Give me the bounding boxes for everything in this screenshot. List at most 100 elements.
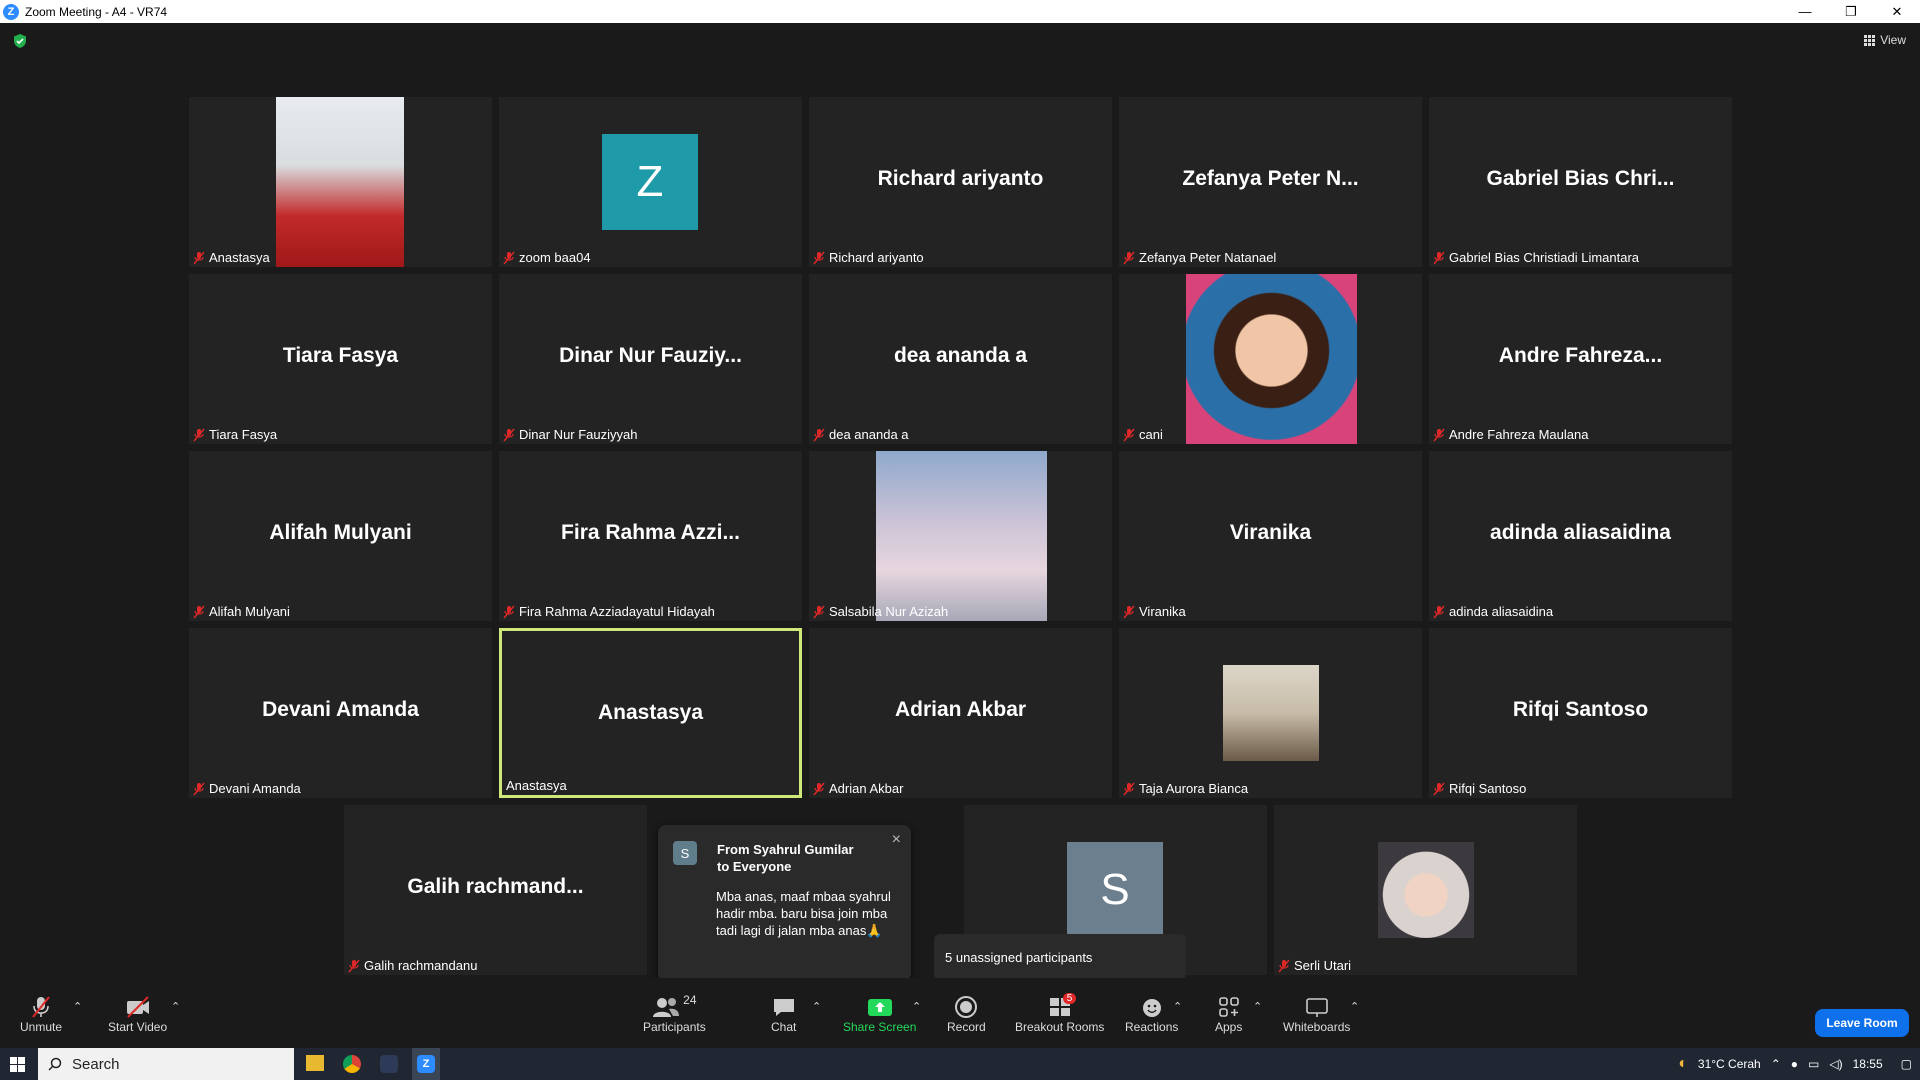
participant-tile[interactable]: Adrian Akbar Adrian Akbar (809, 628, 1112, 798)
tray-chevron-icon[interactable]: ⌃ (1771, 1057, 1781, 1071)
unmute-button[interactable]: Unmute (20, 994, 62, 1034)
windows-start-icon[interactable] (10, 1057, 25, 1072)
participant-display-name: Anastasya (597, 701, 704, 724)
mic-tray-icon[interactable]: ● (1791, 1057, 1798, 1071)
participant-name-label: Alifah Mulyani (193, 604, 290, 619)
taskbar-search[interactable]: Search (38, 1048, 294, 1080)
record-button[interactable]: Record (947, 994, 986, 1034)
video-off-icon (126, 996, 149, 1018)
mic-muted-icon (1123, 251, 1135, 264)
participant-display-name: Tiara Fasya (282, 344, 399, 367)
participant-tile[interactable]: Salsabila Nur Azizah (809, 451, 1112, 621)
participant-tile[interactable]: Devani Amanda Devani Amanda (189, 628, 492, 798)
participant-name-label: Dinar Nur Fauziyyah (503, 427, 638, 442)
participant-tile[interactable]: cani (1119, 274, 1422, 444)
share-screen-icon (867, 999, 892, 1016)
participant-tile[interactable]: Zzoom baa04 (499, 97, 802, 267)
participant-tile[interactable]: Dinar Nur Fauziy... Dinar Nur Fauziyyah (499, 274, 802, 444)
participant-video (1223, 665, 1319, 761)
zoom-taskbar-icon[interactable]: Z (412, 1048, 440, 1080)
participant-name-label: Devani Amanda (193, 781, 301, 796)
share-screen-label: Share Screen (843, 1020, 917, 1034)
chat-label: Chat (771, 1020, 797, 1034)
restore-button[interactable]: ❐ (1828, 0, 1874, 23)
participant-tile[interactable]: Rifqi Santoso Rifqi Santoso (1429, 628, 1732, 798)
participant-display-name: Gabriel Bias Chri... (1486, 167, 1675, 190)
breakout-rooms-button[interactable]: 5 Breakout Rooms (1015, 993, 1104, 1034)
participant-tile[interactable]: Anastasya (189, 97, 492, 267)
participant-name-label: Andre Fahreza Maulana (1433, 427, 1588, 442)
participant-tile[interactable]: Richard ariyanto Richard ariyanto (809, 97, 1112, 267)
participant-tile[interactable]: dea ananda a dea ananda a (809, 274, 1112, 444)
apps-button[interactable]: Apps (1215, 994, 1242, 1034)
participant-display-name: Alifah Mulyani (269, 521, 412, 544)
meeting-toolbar: Unmute ⌃ Start Video ⌃ 24 Participants C… (0, 978, 1920, 1048)
participant-name: Dinar Nur Fauziyyah (519, 427, 638, 442)
participant-tile[interactable]: adinda aliasaidina adinda aliasaidina (1429, 451, 1732, 621)
mic-muted-icon (1433, 782, 1445, 795)
participant-tile[interactable]: Serli Utari (1274, 805, 1577, 975)
smiley-icon (1142, 999, 1161, 1017)
view-button[interactable]: View (1864, 33, 1906, 47)
participant-name-label: cani (1123, 427, 1163, 442)
chat-caret-icon[interactable]: ⌃ (812, 1000, 821, 1013)
participant-tile[interactable]: Anastasya Anastasya (499, 628, 802, 798)
reactions-button[interactable]: Reactions (1125, 994, 1178, 1034)
whiteboards-label: Whiteboards (1283, 1020, 1351, 1034)
shield-icon[interactable] (12, 33, 28, 49)
participant-tile[interactable]: Andre Fahreza... Andre Fahreza Maulana (1429, 274, 1732, 444)
chrome-icon[interactable] (343, 1055, 361, 1073)
share-screen-button[interactable]: Share Screen (843, 994, 916, 1034)
breakout-badge: 5 (1062, 993, 1077, 1004)
minimize-button[interactable]: — (1782, 0, 1828, 23)
mic-muted-icon (193, 782, 205, 795)
video-options-caret-icon[interactable]: ⌃ (171, 1000, 180, 1013)
mic-muted-icon (1123, 605, 1135, 618)
participant-tile[interactable]: Tiara Fasya Tiara Fasya (189, 274, 492, 444)
participant-display-name: Viranika (1229, 521, 1312, 544)
start-video-button[interactable]: Start Video (108, 994, 167, 1034)
share-caret-icon[interactable]: ⌃ (912, 1000, 921, 1013)
participants-button[interactable]: 24 Participants (643, 993, 706, 1034)
mic-muted-icon (503, 605, 515, 618)
close-window-button[interactable]: ✕ (1874, 0, 1920, 23)
participant-name: Fira Rahma Azziadayatul Hidayah (519, 604, 715, 619)
participant-display-name: Rifqi Santoso (1512, 698, 1649, 721)
reactions-caret-icon[interactable]: ⌃ (1173, 1000, 1182, 1013)
chat-sender: From Syahrul Gumilar to Everyone (717, 842, 854, 874)
weather-label[interactable]: 31°C Cerah (1698, 1057, 1761, 1071)
participants-icon (653, 998, 680, 1017)
participant-tile[interactable]: Zefanya Peter N... Zefanya Peter Natanael (1119, 97, 1422, 267)
participant-name: zoom baa04 (519, 250, 591, 265)
participant-tile[interactable]: Gabriel Bias Chri... Gabriel Bias Christi… (1429, 97, 1732, 267)
mic-muted-icon (348, 959, 360, 972)
close-notification-button[interactable]: × (892, 831, 901, 849)
whiteboards-button[interactable]: Whiteboards (1283, 994, 1350, 1034)
participant-display-name: adinda aliasaidina (1490, 521, 1671, 544)
unassigned-participants-tooltip[interactable]: 5 unassigned participants (934, 934, 1186, 980)
participant-tile[interactable]: Fira Rahma Azzi... Fira Rahma Azziadayatu… (499, 451, 802, 621)
participant-tile[interactable]: Alifah Mulyani Alifah Mulyani (189, 451, 492, 621)
participant-tile[interactable]: Taja Aurora Bianca (1119, 628, 1422, 798)
clock[interactable]: 18:55 (1853, 1057, 1883, 1071)
file-explorer-icon[interactable] (306, 1055, 324, 1071)
reactions-label: Reactions (1125, 1020, 1179, 1034)
participant-tile[interactable]: Galih rachmand... Galih rachmandanu (344, 805, 647, 975)
mic-muted-icon (813, 605, 825, 618)
network-icon[interactable]: ▭ (1808, 1057, 1819, 1071)
participant-name: cani (1139, 427, 1163, 442)
whiteboards-caret-icon[interactable]: ⌃ (1350, 1000, 1359, 1013)
participant-name-label: Anastasya (193, 250, 270, 265)
volume-icon[interactable]: ◁) (1829, 1057, 1842, 1071)
chat-notification[interactable]: S From Syahrul Gumilar to Everyone Mba a… (658, 825, 911, 989)
participant-tile[interactable]: Viranika Viranika (1119, 451, 1422, 621)
chat-button[interactable]: Chat (771, 994, 796, 1034)
camera-app-icon[interactable] (380, 1055, 398, 1073)
notification-icon[interactable]: ▢ (1901, 1057, 1912, 1071)
participant-avatar: S (1067, 842, 1163, 938)
apps-caret-icon[interactable]: ⌃ (1253, 1000, 1262, 1013)
leave-room-button[interactable]: Leave Room (1815, 1009, 1909, 1037)
mic-muted-icon (813, 782, 825, 795)
audio-options-caret-icon[interactable]: ⌃ (73, 1000, 82, 1013)
start-video-label: Start Video (108, 1020, 168, 1034)
